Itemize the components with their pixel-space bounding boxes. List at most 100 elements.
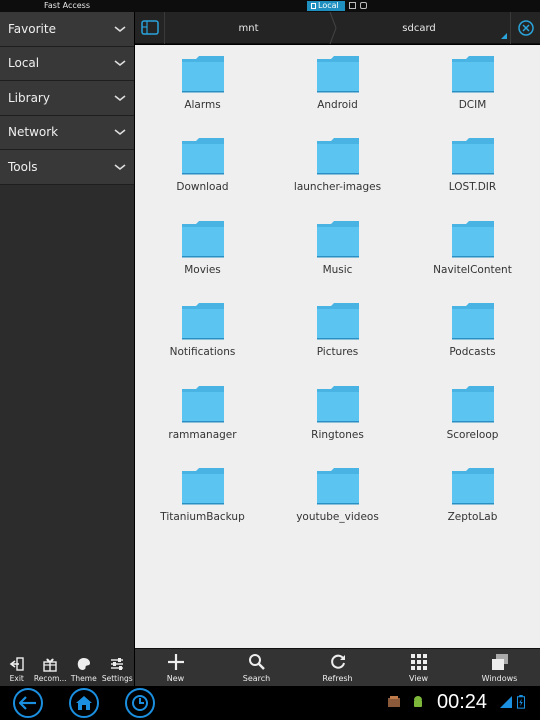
sidebar: Favorite Local Library Network Tools [0, 12, 134, 648]
gift-icon [43, 658, 57, 672]
back-arrow-icon [19, 696, 36, 710]
chevron-down-icon [114, 164, 126, 170]
phone-icon [311, 3, 316, 9]
notification-app-icon[interactable] [387, 695, 401, 709]
folder-item[interactable]: Notifications [135, 300, 270, 382]
folder-name: Scoreloop [446, 428, 499, 441]
folder-item[interactable]: Android [270, 53, 405, 135]
sidebar-item-network[interactable]: Network [0, 115, 134, 150]
recommend-label: Recom... [33, 674, 67, 683]
folder-icon [316, 56, 359, 93]
sidebar-item-label: Favorite [8, 21, 56, 36]
back-button[interactable] [13, 688, 43, 718]
dropdown-corner-icon [501, 33, 507, 39]
folder-item[interactable]: launcher-images [270, 135, 405, 217]
windows-button[interactable]: Windows [459, 649, 540, 686]
theme-button[interactable]: Theme [67, 648, 101, 686]
folder-name: NavitelContent [433, 263, 512, 276]
recommend-button[interactable]: Recom... [34, 648, 68, 686]
refresh-icon [330, 654, 345, 669]
folder-icon [316, 385, 359, 423]
folder-icon [451, 220, 494, 258]
folder-name: Android [317, 99, 358, 111]
folder-name: Alarms [184, 99, 221, 111]
chevron-down-icon [114, 95, 126, 101]
sidebar-item-tools[interactable]: Tools [0, 150, 134, 185]
folder-item[interactable]: DCIM [405, 53, 540, 135]
refresh-button[interactable]: Refresh [297, 649, 378, 686]
folder-item[interactable]: Movies [135, 218, 270, 300]
folder-name: Notifications [169, 346, 236, 359]
folder-item[interactable]: TitaniumBackup [135, 465, 270, 547]
settings-button[interactable]: Settings [101, 648, 135, 686]
folder-name: Pictures [316, 346, 359, 359]
theme-label: Theme [70, 674, 97, 683]
exit-button[interactable]: Exit [0, 648, 34, 686]
path-segment-mnt[interactable]: mnt [166, 12, 331, 44]
new-label: New [166, 674, 185, 683]
folder-icon [316, 138, 359, 175]
folder-item[interactable]: NavitelContent [405, 218, 540, 300]
sidebar-item-favorite[interactable]: Favorite [0, 12, 134, 47]
folder-icon [451, 303, 494, 340]
folder-icon [451, 467, 494, 505]
sidebar-item-library[interactable]: Library [0, 81, 134, 116]
path-segment-sdcard[interactable]: sdcard [333, 12, 505, 44]
clock: 00:24 [437, 691, 488, 713]
folder-item[interactable]: Ringtones [270, 383, 405, 465]
folder-item[interactable]: Scoreloop [405, 383, 540, 465]
folder-icon [181, 138, 224, 175]
local-storage-button[interactable] [135, 12, 165, 44]
system-navigation-bar: 00:24 [0, 686, 540, 720]
folder-name: youtube_videos [296, 510, 379, 523]
file-browser: Alarms Android DCIM Download launcher-images… [135, 45, 540, 648]
folder-item[interactable]: Pictures [270, 300, 405, 382]
folder-icon [316, 220, 359, 258]
close-circle-icon [517, 20, 534, 36]
home-button[interactable] [69, 688, 99, 718]
path-segment-label: sdcard [402, 22, 436, 34]
view-button[interactable]: View [378, 649, 459, 686]
android-icon[interactable] [411, 695, 425, 709]
path-bar: mnt sdcard [135, 12, 540, 44]
chevron-down-icon [114, 26, 126, 32]
camera-icon[interactable] [360, 2, 367, 9]
folder-icon [451, 138, 494, 175]
fast-access-label[interactable]: Fast Access [44, 1, 90, 10]
storage-icon[interactable] [349, 2, 356, 9]
close-path-button[interactable] [510, 12, 540, 44]
search-icon [248, 654, 265, 670]
action-toolbar: New Search Refresh View Windows [135, 648, 540, 686]
windows-label: Windows [481, 674, 518, 683]
grid-view-icon [410, 654, 427, 670]
folder-name: Ringtones [311, 428, 364, 441]
folder-name: rammanager [168, 428, 237, 441]
local-tab-label: Local [318, 1, 339, 10]
recent-apps-button[interactable] [125, 688, 155, 718]
refresh-label: Refresh [322, 674, 353, 683]
sidebar-item-local[interactable]: Local [0, 46, 134, 81]
folder-name: Music [322, 263, 353, 276]
folder-item[interactable]: Music [270, 218, 405, 300]
folder-icon [181, 220, 224, 258]
folder-item[interactable]: Download [135, 135, 270, 217]
folder-item[interactable]: ZeptoLab [405, 465, 540, 547]
local-window-tab[interactable]: Local [307, 1, 345, 11]
sidebar-toolbar: Exit Recom... Theme Settings [0, 648, 134, 686]
sidebar-item-label: Library [8, 90, 50, 105]
folder-item[interactable]: LOST.DIR [405, 135, 540, 217]
folder-item[interactable]: Alarms [135, 53, 270, 135]
folder-icon [316, 467, 359, 505]
sidebar-item-label: Tools [8, 159, 38, 174]
path-segment-label: mnt [238, 22, 259, 34]
folder-item[interactable]: rammanager [135, 383, 270, 465]
network-storage-icon [140, 20, 159, 35]
new-button[interactable]: New [135, 649, 216, 686]
folder-item[interactable]: youtube_videos [270, 465, 405, 547]
sidebar-item-label: Network [8, 125, 59, 140]
folder-item[interactable]: Podcasts [405, 300, 540, 382]
clock-icon [132, 695, 148, 711]
home-icon [76, 696, 92, 710]
search-button[interactable]: Search [216, 649, 297, 686]
chevron-down-icon [114, 60, 126, 67]
